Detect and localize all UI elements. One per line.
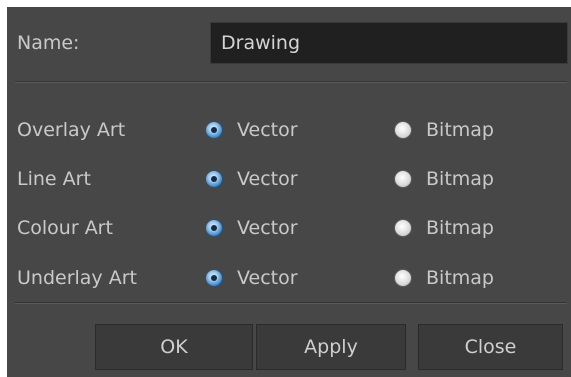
row-underlay-art: Underlay Art Vector Bitmap xyxy=(7,258,571,298)
radio-selected-icon xyxy=(205,170,223,188)
name-label: Name: xyxy=(17,32,80,54)
overlay-art-label: Overlay Art xyxy=(17,119,126,141)
radio-unselected-icon xyxy=(394,121,412,139)
divider xyxy=(15,81,567,83)
radio-label: Bitmap xyxy=(426,267,494,289)
radio-label: Bitmap xyxy=(426,119,494,141)
row-colour-art: Colour Art Vector Bitmap xyxy=(7,208,571,248)
colour-art-vector-radio[interactable]: Vector xyxy=(205,208,298,248)
name-input[interactable] xyxy=(210,22,568,64)
radio-label: Vector xyxy=(237,168,298,190)
radio-label: Vector xyxy=(237,119,298,141)
line-art-vector-radio[interactable]: Vector xyxy=(205,159,298,199)
underlay-art-bitmap-radio[interactable]: Bitmap xyxy=(394,258,494,298)
radio-selected-icon xyxy=(205,269,223,287)
colour-art-bitmap-radio[interactable]: Bitmap xyxy=(394,208,494,248)
overlay-art-bitmap-radio[interactable]: Bitmap xyxy=(394,110,494,150)
radio-selected-icon xyxy=(205,121,223,139)
drawing-properties-dialog: Name: Overlay Art Vector Bitmap Line Art… xyxy=(7,7,571,377)
line-art-label: Line Art xyxy=(17,168,91,190)
radio-unselected-icon xyxy=(394,170,412,188)
row-overlay-art: Overlay Art Vector Bitmap xyxy=(7,110,571,150)
radio-label: Bitmap xyxy=(426,168,494,190)
colour-art-label: Colour Art xyxy=(17,217,113,239)
line-art-bitmap-radio[interactable]: Bitmap xyxy=(394,159,494,199)
radio-label: Vector xyxy=(237,267,298,289)
radio-unselected-icon xyxy=(394,219,412,237)
row-line-art: Line Art Vector Bitmap xyxy=(7,159,571,199)
divider xyxy=(15,302,567,304)
underlay-art-vector-radio[interactable]: Vector xyxy=(205,258,298,298)
radio-label: Bitmap xyxy=(426,217,494,239)
underlay-art-label: Underlay Art xyxy=(17,267,137,289)
apply-button[interactable]: Apply xyxy=(256,324,406,370)
radio-selected-icon xyxy=(205,219,223,237)
ok-button[interactable]: OK xyxy=(95,324,253,370)
radio-unselected-icon xyxy=(394,269,412,287)
close-button[interactable]: Close xyxy=(418,324,563,370)
radio-label: Vector xyxy=(237,217,298,239)
overlay-art-vector-radio[interactable]: Vector xyxy=(205,110,298,150)
